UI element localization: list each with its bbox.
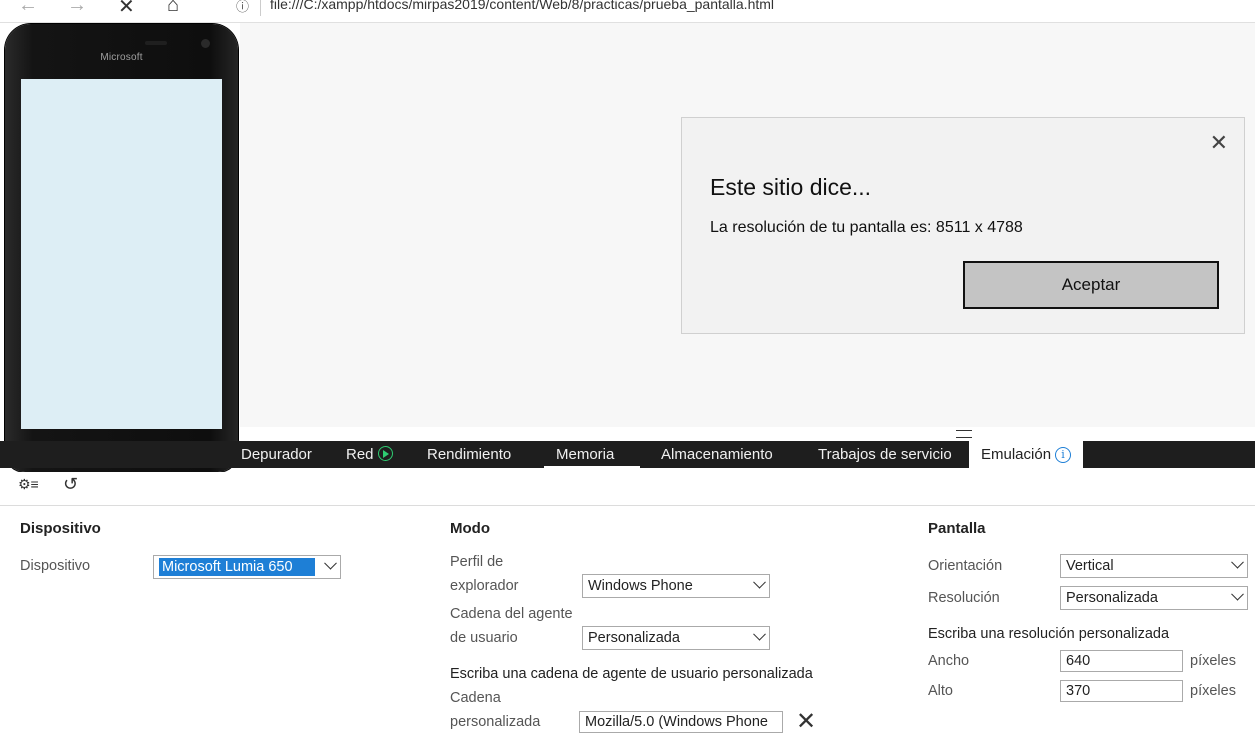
section-heading-modo: Modo	[450, 520, 490, 537]
orientation-label: Orientación	[928, 558, 1003, 574]
chevron-down-icon	[1231, 587, 1244, 601]
custom-user-agent-prompt: Escriba una cadena de agente de usuario …	[450, 666, 813, 682]
phone-speaker	[145, 41, 167, 45]
close-icon[interactable]: ✕	[1210, 132, 1228, 154]
resolution-value: Personalizada	[1066, 590, 1158, 606]
width-label: Ancho	[928, 653, 970, 669]
height-input[interactable]: 370	[1060, 680, 1183, 702]
undo-icon[interactable]: ↺	[63, 474, 78, 495]
browser-nav-bar: ← → ✕ ⌂ ⓘ file:///C:/xampp/htdocs/mirpas…	[0, 0, 1255, 23]
stop-icon[interactable]: ✕	[118, 0, 135, 19]
user-agent-select[interactable]: Personalizada	[582, 626, 770, 650]
back-arrow-icon[interactable]: ←	[18, 0, 38, 17]
resize-grip-icon[interactable]	[956, 430, 972, 438]
forward-arrow-icon[interactable]: →	[67, 0, 87, 17]
device-select[interactable]: Microsoft Lumia 650	[153, 555, 341, 579]
chevron-down-icon	[1231, 555, 1244, 569]
orientation-select[interactable]: Vertical	[1060, 554, 1248, 578]
chevron-down-icon	[753, 627, 766, 641]
accept-button[interactable]: Aceptar	[963, 261, 1219, 309]
alert-dialog: ✕ Este sitio dice... La resolución de tu…	[681, 117, 1245, 334]
dialog-message: La resolución de tu pantalla es: 8511 x …	[710, 219, 1023, 236]
phone-brand: Microsoft	[100, 52, 143, 63]
address-bar[interactable]: file:///C:/xampp/htdocs/mirpas2019/conte…	[270, 0, 774, 12]
custom-string-label-line1: Cadena	[450, 690, 501, 706]
devtools-tabbar: Depurador Red Rendimiento Memoria Almace…	[0, 441, 1255, 468]
height-label: Alto	[928, 683, 953, 699]
phone-screen	[21, 79, 222, 429]
tab-memoria[interactable]: Memoria	[556, 441, 614, 468]
info-circle-icon[interactable]: ⓘ	[236, 0, 249, 15]
info-icon: i	[1055, 447, 1072, 463]
resolution-label: Resolución	[928, 590, 1000, 606]
tab-red[interactable]: Red	[346, 441, 393, 468]
play-icon	[377, 446, 393, 461]
tab-trabajos-de-servicio[interactable]: Trabajos de servicio	[818, 441, 952, 468]
section-heading-dispositivo: Dispositivo	[20, 520, 101, 537]
custom-resolution-prompt: Escriba una resolución personalizada	[928, 626, 1170, 642]
clear-icon[interactable]: ✕	[796, 710, 816, 734]
phone-camera	[201, 39, 210, 48]
address-separator	[260, 0, 261, 16]
settings-list-icon[interactable]: ⚙≡	[18, 476, 39, 493]
custom-string-label-line2: personalizada	[450, 714, 541, 730]
browser-profile-label-line2: explorador	[450, 578, 519, 594]
user-agent-label-line2: de usuario	[450, 630, 518, 646]
tab-almacenamiento[interactable]: Almacenamiento	[661, 441, 773, 468]
tab-emulacion[interactable]: Emulación i	[969, 441, 1084, 468]
device-select-value: Microsoft Lumia 650	[159, 558, 315, 576]
resolution-select[interactable]: Personalizada	[1060, 586, 1248, 610]
phone-frame: Microsoft	[5, 24, 238, 472]
height-unit: píxeles	[1190, 683, 1236, 699]
browser-profile-value: Windows Phone	[588, 578, 693, 594]
emulation-toolbar: ⚙≡ ↺	[0, 468, 1255, 506]
browser-profile-label-line1: Perfil de	[450, 554, 504, 570]
chevron-down-icon	[753, 575, 766, 589]
width-input[interactable]: 640	[1060, 650, 1183, 672]
home-icon[interactable]: ⌂	[167, 0, 179, 17]
tab-depurador[interactable]: Depurador	[241, 441, 312, 468]
chevron-down-icon	[324, 556, 337, 570]
custom-user-agent-input[interactable]: Mozilla/5.0 (Windows Phone	[579, 711, 783, 733]
orientation-value: Vertical	[1066, 558, 1114, 574]
width-unit: píxeles	[1190, 653, 1236, 669]
tab-rendimiento[interactable]: Rendimiento	[427, 441, 511, 468]
dialog-title: Este sitio dice...	[710, 174, 872, 200]
user-agent-value: Personalizada	[588, 630, 680, 646]
section-heading-pantalla: Pantalla	[928, 520, 986, 537]
device-label: Dispositivo	[20, 558, 91, 574]
browser-profile-select[interactable]: Windows Phone	[582, 574, 770, 598]
user-agent-label-line1: Cadena del agente	[450, 606, 573, 622]
